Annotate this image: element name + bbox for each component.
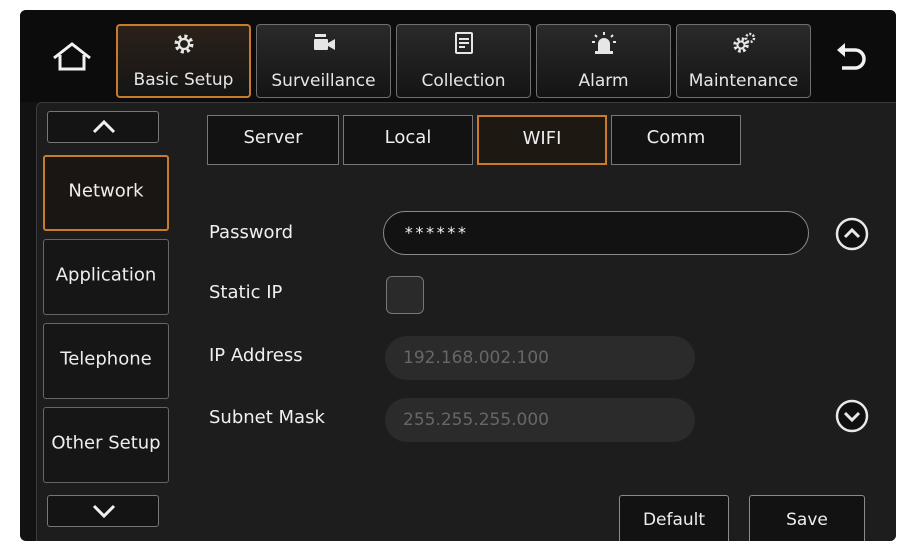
tab-alarm[interactable]: Alarm [536, 24, 671, 98]
sidebar-item-label: Other Setup [51, 432, 161, 454]
scroll-up-button[interactable] [835, 217, 869, 251]
gears-icon [732, 32, 755, 53]
chevron-down-icon [92, 504, 116, 519]
subtab-label: Server [243, 127, 303, 148]
settings-panel: Network Application Telephone Other Setu… [36, 102, 896, 541]
sidebar-item-application[interactable]: Application [43, 239, 169, 315]
circle-chevron-up-icon [835, 217, 869, 251]
ip-address-field: 192.168.002.100 [385, 336, 695, 380]
tab-collection[interactable]: Collection [396, 24, 531, 98]
home-icon [53, 42, 91, 71]
document-icon [454, 32, 473, 54]
sidebar-item-label: Network [68, 180, 144, 202]
back-button[interactable] [828, 38, 872, 78]
tab-surveillance[interactable]: Surveillance [256, 24, 391, 98]
tab-server[interactable]: Server [207, 115, 339, 165]
home-button[interactable] [50, 38, 94, 78]
sidebar-item-network[interactable]: Network [43, 155, 169, 231]
sidebar-item-telephone[interactable]: Telephone [43, 323, 169, 399]
sidebar-item-other-setup[interactable]: Other Setup [43, 407, 169, 483]
tab-label: Surveillance [271, 71, 376, 91]
password-label: Password [209, 222, 294, 243]
ip-address-label: IP Address [209, 345, 303, 366]
default-button[interactable]: Default [619, 495, 729, 541]
tab-label: Basic Setup [133, 70, 234, 90]
sidebar-scroll-up-button[interactable] [47, 111, 159, 143]
sidebar-item-label: Telephone [60, 348, 152, 370]
siren-icon [591, 32, 616, 54]
circle-chevron-down-icon [835, 399, 869, 433]
top-toolbar: Basic Setup Surveillance Collection Alar… [20, 10, 896, 102]
tab-label: Maintenance [688, 71, 799, 91]
gear-icon [174, 34, 193, 54]
camera-icon [313, 34, 335, 50]
save-button[interactable]: Save [749, 495, 865, 541]
tab-basic-setup[interactable]: Basic Setup [116, 24, 251, 98]
dvr-setup-screen: Basic Setup Surveillance Collection Alar… [20, 10, 896, 541]
tab-wifi[interactable]: WIFI [477, 115, 607, 165]
tab-label: Collection [421, 71, 506, 91]
sidebar-scroll-down-button[interactable] [47, 495, 159, 527]
subtab-label: Local [384, 127, 432, 148]
tab-local[interactable]: Local [343, 115, 473, 165]
tab-comm[interactable]: Comm [611, 115, 741, 165]
subtab-label: Comm [646, 127, 706, 148]
chevron-up-icon [92, 119, 116, 134]
sidebar-item-label: Application [55, 264, 157, 286]
back-arrow-icon [837, 43, 866, 70]
static-ip-label: Static IP [209, 282, 283, 303]
password-field[interactable]: ****** [383, 211, 809, 255]
tab-label: Alarm [578, 71, 629, 91]
static-ip-checkbox[interactable] [386, 276, 424, 314]
subnet-mask-field: 255.255.255.000 [385, 398, 695, 442]
subnet-mask-label: Subnet Mask [209, 407, 325, 428]
tab-maintenance[interactable]: Maintenance [676, 24, 811, 98]
scroll-down-button[interactable] [835, 399, 869, 433]
subtab-label: WIFI [522, 128, 562, 149]
